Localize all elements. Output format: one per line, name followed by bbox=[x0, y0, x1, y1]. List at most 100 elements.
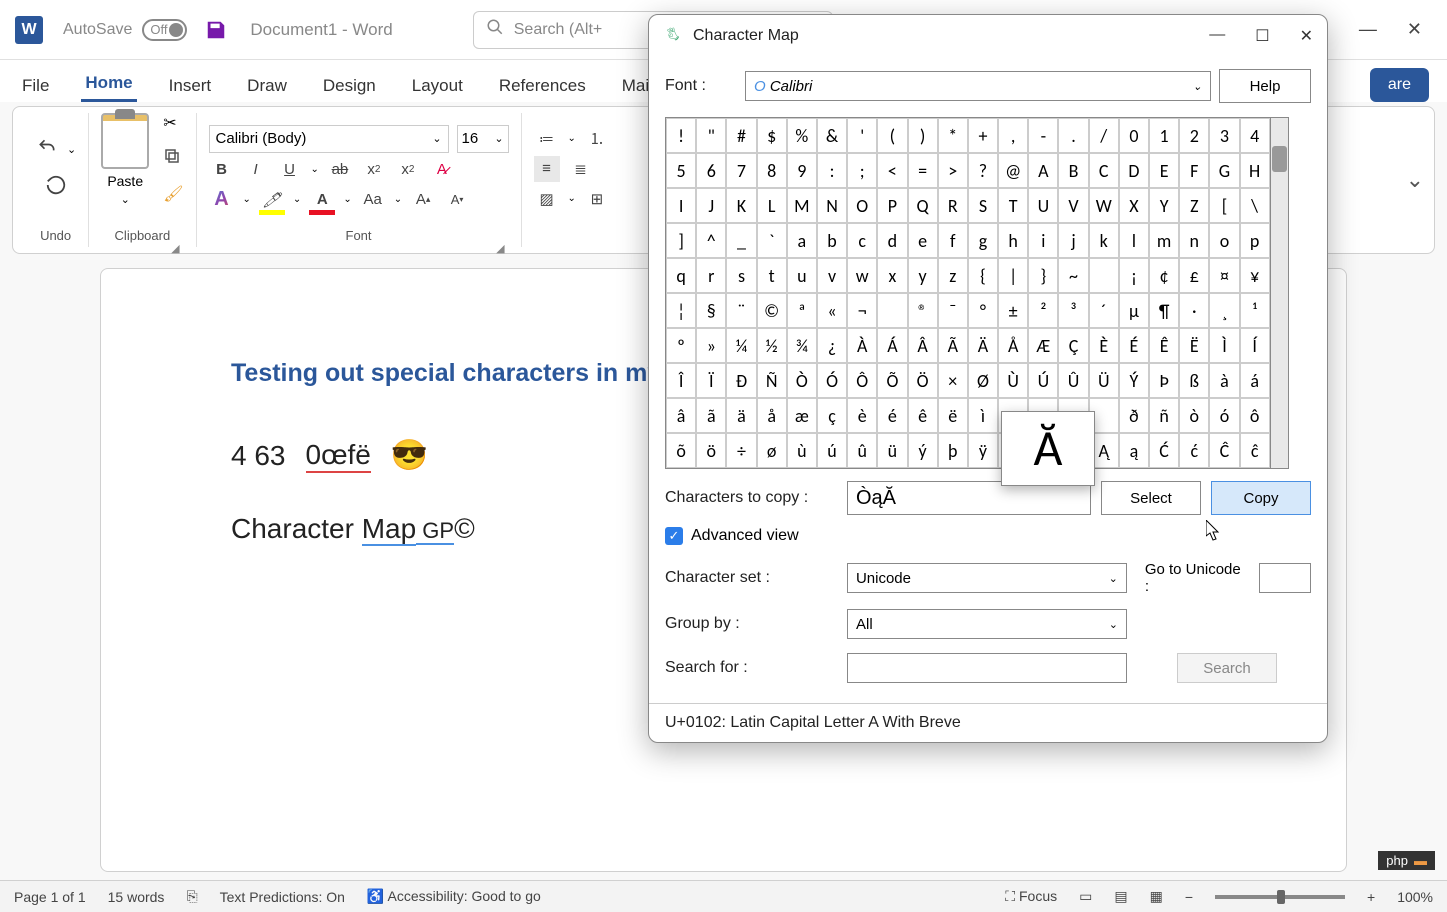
char-cell[interactable]: k bbox=[1089, 223, 1119, 258]
charmap-titlebar[interactable]: 🖏 Character Map — ☐ ✕ bbox=[649, 15, 1327, 57]
char-cell[interactable]: × bbox=[938, 363, 968, 398]
char-cell[interactable]: ß bbox=[1179, 363, 1209, 398]
char-cell[interactable]: a bbox=[787, 223, 817, 258]
char-cell[interactable]: µ bbox=[1119, 293, 1149, 328]
char-cell[interactable]: Ñ bbox=[757, 363, 787, 398]
char-cell[interactable]: q bbox=[666, 258, 696, 293]
char-cell[interactable]: ü bbox=[877, 433, 907, 468]
char-cell[interactable]: © bbox=[757, 293, 787, 328]
char-cell[interactable]: ä bbox=[726, 398, 756, 433]
paste-icon[interactable] bbox=[101, 113, 149, 169]
dialog-launcher-icon[interactable]: ◢ bbox=[171, 242, 179, 255]
spellcheck-icon[interactable]: ⎘ bbox=[186, 888, 197, 905]
char-cell[interactable]: é bbox=[877, 398, 907, 433]
char-cell[interactable]: 3 bbox=[1209, 118, 1239, 153]
char-cell[interactable]: F bbox=[1179, 153, 1209, 188]
char-cell[interactable]: j bbox=[1058, 223, 1088, 258]
char-cell[interactable]: J bbox=[696, 188, 726, 223]
char-cell[interactable]: E bbox=[1149, 153, 1179, 188]
char-cell[interactable]: Ï bbox=[696, 363, 726, 398]
char-cell[interactable]: ³ bbox=[1058, 293, 1088, 328]
char-cell[interactable]: Ö bbox=[908, 363, 938, 398]
char-cell[interactable]: û bbox=[847, 433, 877, 468]
numbering-icon[interactable]: ⒈ bbox=[584, 126, 610, 152]
char-cell[interactable]: ¸ bbox=[1209, 293, 1239, 328]
char-cell[interactable]: » bbox=[696, 328, 726, 363]
char-cell[interactable]: ê bbox=[908, 398, 938, 433]
char-cell[interactable]: \ bbox=[1240, 188, 1270, 223]
bold-button[interactable]: B bbox=[209, 157, 235, 183]
char-cell[interactable]: ¹ bbox=[1240, 293, 1270, 328]
char-cell[interactable]: ÿ bbox=[968, 433, 998, 468]
scroll-thumb[interactable] bbox=[1272, 146, 1287, 172]
char-cell[interactable]: Î bbox=[666, 363, 696, 398]
char-cell[interactable]: ¿ bbox=[817, 328, 847, 363]
char-cell[interactable]: ] bbox=[666, 223, 696, 258]
print-layout-icon[interactable]: ▤ bbox=[1114, 888, 1127, 905]
char-cell[interactable]: 0 bbox=[1119, 118, 1149, 153]
char-cell[interactable]: ì bbox=[968, 398, 998, 433]
char-cell[interactable]: õ bbox=[666, 433, 696, 468]
char-cell[interactable]: s bbox=[726, 258, 756, 293]
char-cell[interactable]: Ć bbox=[1149, 433, 1179, 468]
char-cell[interactable]: À bbox=[847, 328, 877, 363]
bullets-icon[interactable]: ≔ bbox=[534, 126, 560, 152]
char-cell[interactable]: ą bbox=[1119, 433, 1149, 468]
align-left-icon[interactable]: ≡ bbox=[534, 156, 560, 182]
char-cell[interactable]: È bbox=[1089, 328, 1119, 363]
char-cell[interactable]: Ù bbox=[998, 363, 1028, 398]
char-cell[interactable]: ¶ bbox=[1149, 293, 1179, 328]
char-cell[interactable]: h bbox=[998, 223, 1028, 258]
char-cell[interactable]: M bbox=[787, 188, 817, 223]
char-cell[interactable]: ĉ bbox=[1240, 433, 1270, 468]
char-cell[interactable]: ´ bbox=[1089, 293, 1119, 328]
tab-insert[interactable]: Insert bbox=[165, 70, 216, 102]
char-cell[interactable]: % bbox=[787, 118, 817, 153]
char-cell[interactable]: Â bbox=[908, 328, 938, 363]
char-cell[interactable]: | bbox=[998, 258, 1028, 293]
char-cell[interactable]: è bbox=[847, 398, 877, 433]
grow-font-button[interactable]: A▴ bbox=[410, 187, 436, 213]
char-cell[interactable]: Ç bbox=[1058, 328, 1088, 363]
char-cell[interactable]: m bbox=[1149, 223, 1179, 258]
char-cell[interactable]: § bbox=[696, 293, 726, 328]
copy-button[interactable]: Copy bbox=[1211, 481, 1311, 515]
char-cell[interactable]: å bbox=[757, 398, 787, 433]
accessibility-status[interactable]: ♿ Accessibility: Good to go bbox=[367, 888, 541, 905]
undo-icon[interactable] bbox=[35, 137, 59, 162]
charset-select[interactable]: Unicode ⌄ bbox=[847, 563, 1127, 593]
char-cell[interactable]: G bbox=[1209, 153, 1239, 188]
char-cell[interactable]: W bbox=[1089, 188, 1119, 223]
redo-icon[interactable] bbox=[45, 174, 67, 201]
chevron-down-icon[interactable]: ⌄ bbox=[568, 133, 576, 144]
focus-mode[interactable]: ⛶ Focus bbox=[1005, 888, 1057, 905]
chevron-down-icon[interactable]: ⌄ bbox=[67, 143, 76, 156]
char-cell[interactable]: v bbox=[817, 258, 847, 293]
char-cell[interactable]: d bbox=[877, 223, 907, 258]
char-cell[interactable]: R bbox=[938, 188, 968, 223]
chevron-down-icon[interactable]: ⌄ bbox=[568, 193, 576, 204]
zoom-out-icon[interactable]: − bbox=[1185, 889, 1193, 905]
char-cell[interactable]: ó bbox=[1209, 398, 1239, 433]
char-cell[interactable]: ( bbox=[877, 118, 907, 153]
char-cell[interactable]: < bbox=[877, 153, 907, 188]
web-layout-icon[interactable]: ▦ bbox=[1150, 888, 1163, 905]
char-cell[interactable]: 5 bbox=[666, 153, 696, 188]
char-cell[interactable]: ô bbox=[1240, 398, 1270, 433]
char-cell[interactable]: ù bbox=[787, 433, 817, 468]
char-cell[interactable]: · bbox=[1179, 293, 1209, 328]
char-cell[interactable]: " bbox=[696, 118, 726, 153]
char-cell[interactable]: Å bbox=[998, 328, 1028, 363]
font-name-select[interactable]: Calibri (Body) ⌄ bbox=[209, 125, 449, 153]
char-cell[interactable]: A bbox=[1028, 153, 1058, 188]
word-count[interactable]: 15 words bbox=[108, 889, 165, 905]
char-cell[interactable]: Ä bbox=[968, 328, 998, 363]
chevron-down-icon[interactable]: ⌄ bbox=[394, 194, 402, 205]
minimize-icon[interactable]: — bbox=[1359, 19, 1377, 40]
char-cell[interactable] bbox=[1089, 258, 1119, 293]
char-cell[interactable]: @ bbox=[998, 153, 1028, 188]
font-size-select[interactable]: 16 ⌄ bbox=[457, 125, 509, 153]
char-cell[interactable]: b bbox=[817, 223, 847, 258]
chevron-down-icon[interactable]: ⌄ bbox=[494, 132, 503, 145]
scrollbar[interactable] bbox=[1271, 117, 1289, 469]
